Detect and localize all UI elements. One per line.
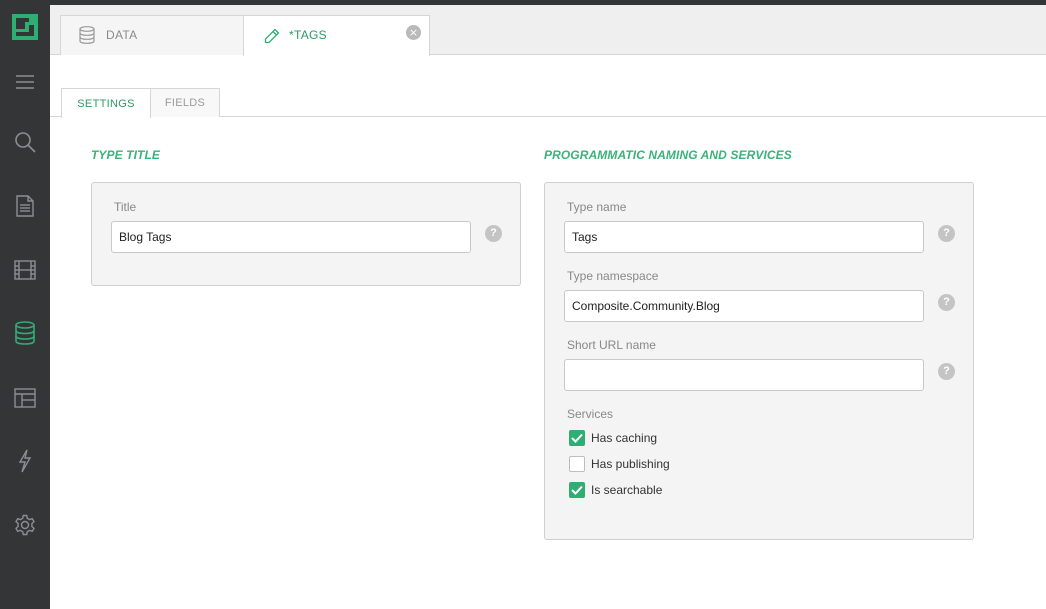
title-input[interactable]: [111, 221, 471, 253]
document-icon[interactable]: [0, 182, 50, 230]
checkbox-label: Has caching: [591, 431, 658, 445]
naming-panel: Type name ? Type namespace ? Short URL n…: [544, 182, 974, 540]
tab-label: *TAGS: [289, 28, 327, 42]
help-icon[interactable]: ?: [938, 294, 955, 311]
help-icon[interactable]: ?: [938, 225, 955, 242]
composite-logo-icon[interactable]: [12, 14, 38, 40]
services-label: Services: [567, 407, 614, 421]
is-searchable-checkbox[interactable]: Is searchable: [569, 481, 662, 499]
tab-settings[interactable]: SETTINGS: [61, 88, 151, 118]
film-icon[interactable]: [0, 246, 50, 294]
checkbox-box[interactable]: [569, 456, 585, 472]
type-name-label: Type name: [567, 200, 627, 214]
help-icon[interactable]: ?: [938, 363, 955, 380]
database-icon: [79, 26, 95, 49]
pencil-icon: [264, 28, 280, 49]
checkbox-box[interactable]: [569, 482, 585, 498]
help-icon[interactable]: ?: [485, 225, 502, 242]
type-title-panel: Title ?: [91, 182, 521, 286]
namespace-input[interactable]: [564, 290, 924, 322]
title-label: Title: [114, 200, 137, 214]
close-icon[interactable]: ×: [406, 25, 421, 40]
has-publishing-checkbox[interactable]: Has publishing: [569, 455, 670, 473]
lightning-icon[interactable]: [0, 437, 50, 485]
gear-icon[interactable]: [0, 501, 50, 549]
short-url-input[interactable]: [564, 359, 924, 391]
tab-fields[interactable]: FIELDS: [150, 88, 220, 117]
checkbox-label: Is searchable: [591, 483, 663, 497]
search-icon[interactable]: [0, 118, 50, 166]
database-icon[interactable]: [0, 309, 50, 357]
tab-label: DATA: [106, 28, 138, 42]
namespace-label: Type namespace: [567, 269, 659, 283]
short-url-label: Short URL name: [567, 338, 656, 352]
sidebar: [0, 0, 50, 609]
checkbox-label: Has publishing: [591, 457, 670, 471]
type-title-heading: TYPE TITLE: [91, 148, 161, 162]
tab-data[interactable]: DATA: [60, 15, 244, 55]
sub-tab-bar: SETTINGS FIELDS: [50, 88, 1046, 118]
tab-tags[interactable]: *TAGS ×: [243, 15, 430, 56]
checkbox-box[interactable]: [569, 430, 585, 446]
has-caching-checkbox[interactable]: Has caching: [569, 429, 657, 447]
document-tab-bar: DATA *TAGS ×: [50, 5, 1046, 56]
menu-icon[interactable]: [0, 58, 50, 106]
naming-heading: PROGRAMMATIC NAMING AND SERVICES: [544, 148, 792, 162]
type-name-input[interactable]: [564, 221, 924, 253]
layout-icon[interactable]: [0, 374, 50, 422]
